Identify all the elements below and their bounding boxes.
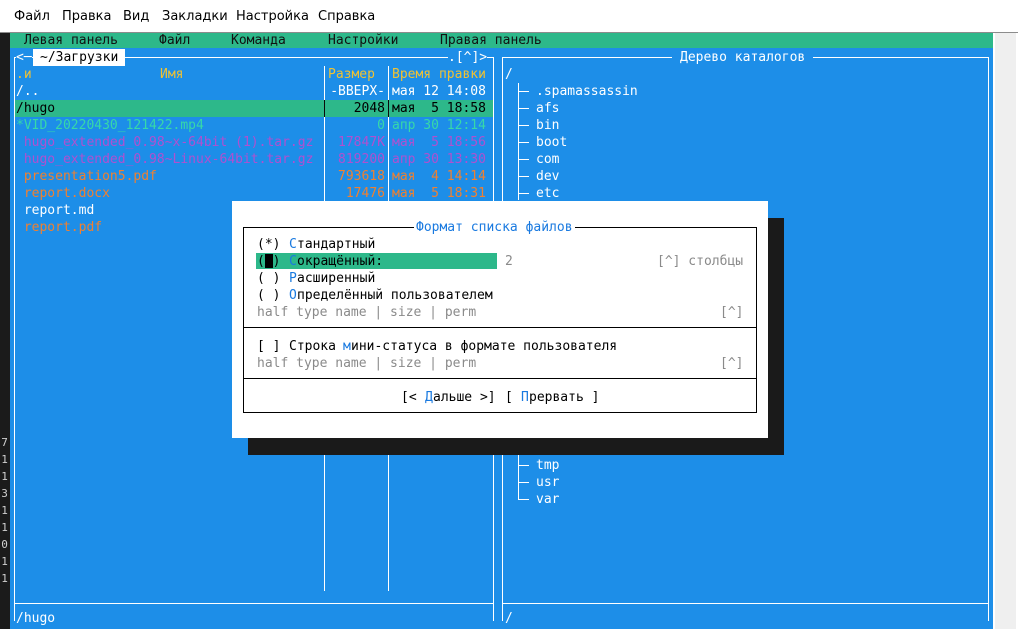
file-row-size: -ВВЕРХ-: [330, 84, 385, 99]
edge-char: 3: [1, 487, 8, 500]
right-panel-status: /: [505, 611, 513, 626]
user-format-input[interactable]: half type name | size | perm: [257, 304, 476, 321]
dialog-title: Формат списка файлов: [414, 219, 575, 236]
mini-status-label-rest[interactable]: ини-статуса в формате пользователя: [351, 338, 617, 355]
file-row-name[interactable]: presentation5.pdf: [16, 168, 157, 185]
mc-menubar: Левая панель Файл Команда Настройки Прав…: [10, 33, 993, 48]
menu-edit[interactable]: Правка: [62, 9, 111, 24]
column-header-size[interactable]: Размер: [328, 66, 375, 83]
option-label-user-defined[interactable]: пределённый пользователем: [297, 287, 493, 304]
file-row-size: 2048: [353, 101, 385, 116]
file-row-size: 17847K: [338, 135, 385, 150]
tree-root[interactable]: /: [505, 66, 513, 83]
next-button-open[interactable]: [<: [401, 389, 424, 406]
tree-item[interactable]: usr: [536, 474, 559, 491]
hotkey: м: [343, 339, 351, 354]
edge-char: 0: [1, 538, 8, 551]
tree-item[interactable]: com: [536, 151, 559, 168]
file-row-time: мая 4 14:14: [392, 169, 486, 184]
file-row-size: 17476: [345, 186, 385, 201]
edge-char: 1: [1, 504, 8, 517]
column-header-name[interactable]: Имя: [160, 66, 183, 83]
option-label-brief[interactable]: окращённый:: [297, 253, 383, 270]
edge-char: 1: [1, 572, 8, 585]
edge-char: 1: [1, 453, 8, 466]
left-panel-status: /hugo: [16, 611, 56, 626]
columns-count[interactable]: 2: [505, 253, 513, 270]
listing-format-dialog: Формат списка файлов (*) С тандартный ( …: [232, 201, 768, 438]
tree-item[interactable]: bin: [536, 117, 559, 134]
menu-help[interactable]: Справка: [318, 9, 375, 24]
option-label-long[interactable]: асширенный: [297, 270, 375, 287]
file-row-name[interactable]: /hugo: [16, 100, 55, 117]
mc-menu-command[interactable]: Команда: [231, 33, 286, 48]
file-row-name[interactable]: hugo_extended_0.98~Linux-64bit.tar.gz: [16, 151, 314, 168]
panel-history-button[interactable]: .[^]>: [448, 49, 488, 66]
file-row-name[interactable]: *VID_20220430_121422.mp4: [16, 117, 204, 134]
hotkey: Д: [425, 390, 433, 405]
hotkey: С: [289, 254, 297, 269]
file-row-time: мая 12 14:08: [392, 84, 486, 99]
sort-indicator[interactable]: .и: [16, 66, 32, 83]
menu-view[interactable]: Вид: [123, 9, 149, 24]
file-row-time: апр 30 12:14: [392, 118, 486, 133]
tree-panel-title: Дерево каталогов: [672, 49, 814, 66]
edge-char: 1: [1, 470, 8, 483]
tree-item[interactable]: tmp: [536, 457, 559, 474]
radio-user-defined[interactable]: ( ): [257, 287, 280, 304]
file-row-name[interactable]: report.docx: [16, 185, 110, 202]
hotkey: П: [521, 390, 529, 405]
mini-format-input[interactable]: half type name | size | perm: [257, 355, 476, 372]
mini-format-history-button[interactable]: [^]: [720, 355, 743, 372]
cancel-button-open[interactable]: [: [505, 389, 521, 406]
file-row-name[interactable]: /..: [16, 83, 39, 100]
mc-menu-left-panel[interactable]: Левая панель: [24, 33, 118, 48]
next-button[interactable]: альше >]: [433, 389, 496, 406]
radio-standard[interactable]: (*): [257, 236, 280, 253]
hotkey: С: [289, 237, 297, 252]
file-row-size: 819200: [338, 152, 385, 167]
file-row-name[interactable]: report.md: [16, 202, 94, 219]
terminal-scrollbar[interactable]: [993, 33, 1018, 629]
user-format-history-button[interactable]: [^]: [720, 304, 743, 321]
file-row-time: мая 5 18:56: [392, 135, 486, 150]
tree-item[interactable]: dev: [536, 168, 559, 185]
hotkey: О: [289, 288, 297, 303]
file-row-size: 0: [377, 118, 385, 133]
app-menubar: Файл Правка Вид Закладки Настройка Справ…: [0, 0, 1018, 33]
background-window-edge: 7 1 1 3 1 1 0 1 1: [0, 33, 10, 629]
columns-button[interactable]: [^] столбцы: [657, 253, 743, 270]
tree-item[interactable]: .spamassassin: [536, 83, 638, 100]
edge-char: 7: [1, 436, 8, 449]
tree-item[interactable]: var: [536, 491, 559, 508]
menu-settings[interactable]: Настройка: [236, 9, 309, 24]
left-panel-path[interactable]: ~/Загрузки: [33, 49, 126, 66]
tree-item[interactable]: etc: [536, 185, 559, 202]
file-row-name[interactable]: report.pdf: [16, 219, 102, 236]
edge-char: 1: [1, 555, 8, 568]
file-row-name[interactable]: hugo_extended_0.98~x-64bit (1).tar.gz: [16, 134, 314, 151]
mc-menu-right-panel[interactable]: Правая панель: [440, 33, 542, 48]
tree-item[interactable]: boot: [536, 134, 567, 151]
file-row-time: мая 5 18:31: [392, 186, 486, 201]
panel-left-corner[interactable]: <─: [16, 49, 32, 66]
column-header-time[interactable]: Время правки: [392, 66, 486, 83]
menu-file[interactable]: Файл: [14, 9, 50, 24]
edge-char: 1: [1, 521, 8, 534]
hotkey: Р: [289, 271, 297, 286]
file-row-time: мая 5 18:58: [392, 101, 486, 116]
file-row-size: 793618: [338, 169, 385, 184]
text-cursor: [265, 254, 273, 268]
file-row-time: апр 30 13:30: [392, 152, 486, 167]
mini-status-label[interactable]: Строка: [289, 338, 344, 355]
mc-menu-file[interactable]: Файл: [159, 33, 190, 48]
mini-status-checkbox[interactable]: [ ]: [257, 338, 280, 355]
tree-item[interactable]: afs: [536, 100, 559, 117]
cancel-button[interactable]: рервать ]: [529, 389, 599, 406]
menu-bookmarks[interactable]: Закладки: [162, 9, 228, 24]
radio-long[interactable]: ( ): [257, 270, 280, 287]
mc-menu-options[interactable]: Настройки: [328, 33, 398, 48]
option-label-standard[interactable]: тандартный: [297, 236, 375, 253]
